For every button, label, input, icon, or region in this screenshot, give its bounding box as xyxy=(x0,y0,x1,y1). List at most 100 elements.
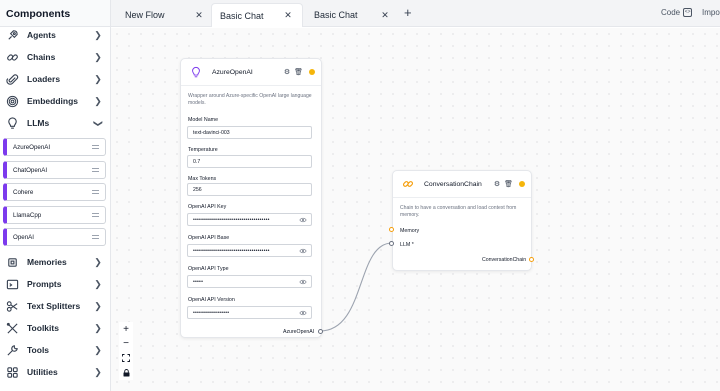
trash-icon[interactable]: 🗑 xyxy=(294,68,303,76)
api-key-input[interactable]: •••••••••••••••••••••••••••••••••••••• xyxy=(187,213,312,226)
model-name-input[interactable]: text-davinci-003 xyxy=(187,126,312,139)
code-icon: <> xyxy=(683,8,693,17)
code-button[interactable]: Code <> xyxy=(661,8,693,17)
category-label: Utilities xyxy=(27,367,58,377)
category-memories[interactable]: Memories ❯ xyxy=(0,251,111,273)
api-type-input[interactable]: ••••• xyxy=(187,275,312,288)
tab-label: Basic Chat xyxy=(314,10,358,20)
category-prompts[interactable]: Prompts ❯ xyxy=(0,273,111,295)
settings-icon[interactable]: ⚙ xyxy=(494,180,500,188)
api-base-input[interactable]: •••••••••••••••••••••••••••••••••••••• xyxy=(187,244,312,257)
category-agents[interactable]: Agents ❯ xyxy=(0,24,111,46)
input-handle-memory[interactable] xyxy=(389,227,394,232)
max-tokens-input[interactable]: 256 xyxy=(187,183,312,196)
eye-icon[interactable] xyxy=(299,247,307,255)
drag-handle-icon[interactable] xyxy=(92,168,99,172)
status-dot xyxy=(309,69,315,75)
tab-new-flow[interactable]: New Flow ✕ xyxy=(117,3,213,27)
llm-item-label: ChatOpenAI xyxy=(13,166,48,174)
output-handle-conversationchain[interactable] xyxy=(529,257,534,262)
category-label: LLMs xyxy=(27,118,50,128)
output-handle-azureopenai[interactable] xyxy=(318,329,323,334)
settings-icon[interactable]: ⚙ xyxy=(284,68,290,76)
category-text-splitters[interactable]: Text Splitters ❯ xyxy=(0,295,111,317)
tab-bar: New Flow ✕ Basic Chat ✕ Basic Chat ✕ + C… xyxy=(111,0,720,27)
category-llms[interactable]: LLMs ❯ xyxy=(0,112,111,134)
lock-button[interactable] xyxy=(119,366,133,381)
llm-item-openai[interactable]: OpenAI xyxy=(3,228,106,246)
category-loaders[interactable]: Loaders ❯ xyxy=(0,68,111,90)
node-description: Wrapper around Azure-specific OpenAI lar… xyxy=(188,93,312,106)
category-label: Agents xyxy=(27,30,56,40)
tab-basic-chat[interactable]: Basic Chat ✕ xyxy=(306,3,399,27)
lightbulb-icon xyxy=(189,65,203,79)
chevron-right-icon: ❯ xyxy=(94,73,102,84)
wrench-icon xyxy=(5,343,19,357)
fingerprint-icon xyxy=(5,94,19,108)
api-key-value: •••••••••••••••••••••••••••••••••••••• xyxy=(193,217,270,223)
category-chains[interactable]: Chains ❯ xyxy=(0,46,111,68)
drag-handle-icon[interactable] xyxy=(92,145,99,149)
components-sidebar: Components Agents ❯ Chains ❯ Loaders ❯ E… xyxy=(0,0,111,391)
flow-canvas[interactable]: AzureOpenAI ⚙ 🗑 Wrapper around Azure-spe… xyxy=(111,28,720,391)
fit-view-button[interactable] xyxy=(119,351,133,366)
trash-icon[interactable]: 🗑 xyxy=(504,180,513,188)
category-label: Memories xyxy=(27,257,67,267)
llm-item-label: Cohere xyxy=(13,188,34,196)
chevron-down-icon: ❯ xyxy=(93,119,104,127)
llm-item-cohere[interactable]: Cohere xyxy=(3,183,106,201)
category-embeddings[interactable]: Embeddings ❯ xyxy=(0,90,111,112)
node-conversationchain[interactable]: ConversationChain ⚙ 🗑 Chain to have a co… xyxy=(392,170,532,271)
tools-icon xyxy=(5,321,19,335)
close-icon[interactable]: ✕ xyxy=(379,10,391,21)
field-label: OpenAI API Version xyxy=(188,297,235,303)
api-base-value: •••••••••••••••••••••••••••••••••••••• xyxy=(193,248,270,254)
link-icon xyxy=(5,50,19,64)
chevron-right-icon: ❯ xyxy=(94,256,102,267)
import-button[interactable]: Impo xyxy=(702,8,720,17)
category-tools[interactable]: Tools ❯ xyxy=(0,339,111,361)
llm-item-chatopenai[interactable]: ChatOpenAI xyxy=(3,161,106,179)
scissors-icon xyxy=(5,299,19,313)
field-label: OpenAI API Key xyxy=(188,204,227,210)
node-description: Chain to have a conversation and load co… xyxy=(400,205,517,218)
llm-item-llamacpp[interactable]: LlamaCpp xyxy=(3,206,106,224)
output-label: AzureOpenAI xyxy=(283,329,315,335)
input-handle-llm[interactable] xyxy=(389,241,394,246)
category-utilities[interactable]: Utilities ❯ xyxy=(0,361,111,383)
status-dot xyxy=(519,181,525,187)
sidebar-title: Components xyxy=(0,0,110,27)
drag-handle-icon[interactable] xyxy=(92,235,99,239)
field-label: OpenAI API Base xyxy=(188,235,230,241)
input-label-llm: LLM * xyxy=(400,242,414,248)
add-tab-button[interactable]: + xyxy=(404,6,412,20)
chevron-right-icon: ❯ xyxy=(94,300,102,311)
api-version-input[interactable]: •••••••••••••••••• xyxy=(187,306,312,319)
llm-item-azureopenai[interactable]: AzureOpenAI xyxy=(3,138,106,156)
category-label: Text Splitters xyxy=(27,301,81,311)
category-label: Prompts xyxy=(27,279,62,289)
close-icon[interactable]: ✕ xyxy=(193,10,205,21)
chevron-right-icon: ❯ xyxy=(94,366,102,377)
drag-handle-icon[interactable] xyxy=(92,190,99,194)
category-toolkits[interactable]: Toolkits ❯ xyxy=(0,317,111,339)
category-label: Chains xyxy=(27,52,56,62)
node-azureopenai[interactable]: AzureOpenAI ⚙ 🗑 Wrapper around Azure-spe… xyxy=(180,58,322,338)
paperclip-icon xyxy=(5,72,19,86)
close-icon[interactable]: ✕ xyxy=(282,10,294,21)
code-label: Code xyxy=(661,8,681,17)
eye-icon[interactable] xyxy=(299,309,307,317)
node-title: AzureOpenAI xyxy=(212,68,253,76)
api-type-value: ••••• xyxy=(193,279,204,285)
eye-icon[interactable] xyxy=(299,278,307,286)
drag-handle-icon[interactable] xyxy=(92,213,99,217)
output-label: ConversationChain xyxy=(482,257,527,263)
field-label: OpenAI API Type xyxy=(188,266,229,272)
zoom-in-button[interactable]: + xyxy=(119,322,133,337)
tab-basic-chat-active[interactable]: Basic Chat ✕ xyxy=(211,3,303,27)
category-label: Toolkits xyxy=(27,323,59,333)
zoom-out-button[interactable]: − xyxy=(119,337,133,352)
eye-icon[interactable] xyxy=(299,216,307,224)
temperature-input[interactable]: 0.7 xyxy=(187,155,312,168)
chevron-right-icon: ❯ xyxy=(94,95,102,106)
